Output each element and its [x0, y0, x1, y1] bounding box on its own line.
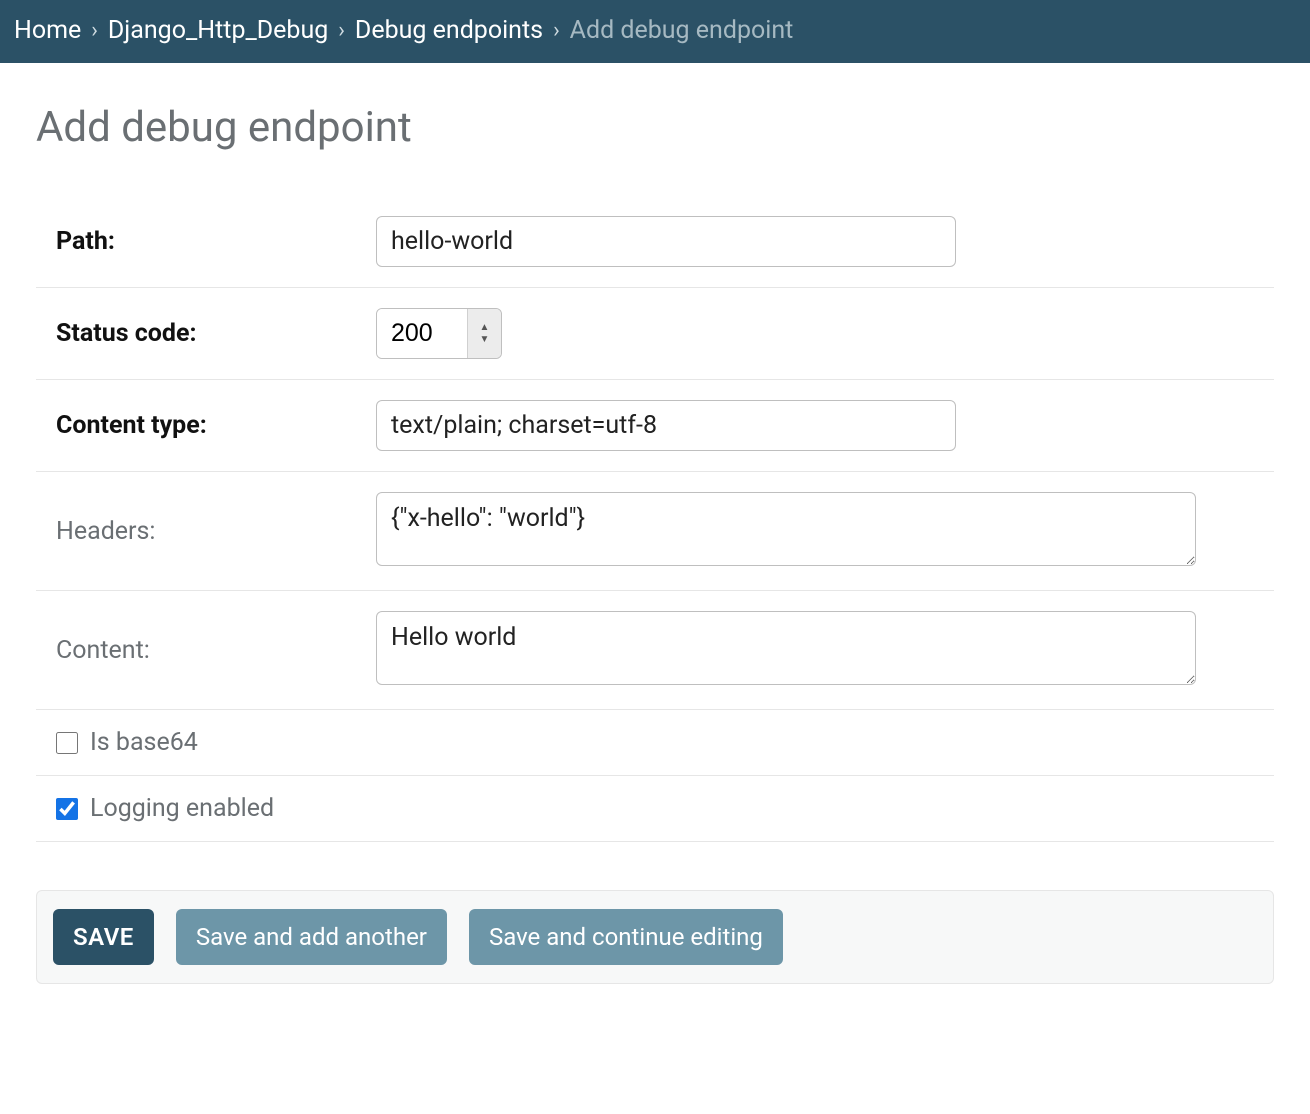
save-add-another-button[interactable]: Save and add another [176, 909, 447, 965]
page-title: Add debug endpoint [36, 103, 1274, 152]
label-headers: Headers: [36, 517, 356, 546]
row-path: Path: [36, 196, 1274, 288]
row-logging-enabled: Logging enabled [36, 776, 1274, 842]
content-type-input[interactable] [376, 400, 956, 451]
content-textarea[interactable] [376, 611, 1196, 685]
row-content: Content: [36, 591, 1274, 710]
breadcrumb-sep: › [91, 18, 98, 43]
status-code-stepper[interactable]: ▲ ▼ [376, 308, 502, 359]
breadcrumb-model[interactable]: Debug endpoints [355, 16, 543, 45]
content: Add debug endpoint Path: Status code: ▲ … [0, 63, 1310, 984]
save-continue-editing-button[interactable]: Save and continue editing [469, 909, 783, 965]
logging-enabled-checkbox[interactable] [56, 798, 78, 820]
row-is-base64: Is base64 [36, 710, 1274, 776]
breadcrumb: Home › Django_Http_Debug › Debug endpoin… [0, 0, 1310, 63]
breadcrumb-app[interactable]: Django_Http_Debug [108, 16, 328, 45]
breadcrumb-sep: › [553, 18, 560, 43]
chevron-up-icon[interactable]: ▲ [480, 323, 490, 333]
label-content: Content: [36, 636, 356, 665]
submit-bar: SAVE Save and add another Save and conti… [36, 890, 1274, 984]
label-content-type: Content type: [36, 411, 356, 440]
row-headers: Headers: [36, 472, 1274, 591]
breadcrumb-home[interactable]: Home [14, 16, 81, 45]
stepper-buttons[interactable]: ▲ ▼ [467, 309, 501, 358]
row-status-code: Status code: ▲ ▼ [36, 288, 1274, 380]
breadcrumb-current: Add debug endpoint [570, 16, 794, 45]
row-content-type: Content type: [36, 380, 1274, 472]
label-is-base64: Is base64 [90, 728, 198, 757]
save-button[interactable]: SAVE [53, 909, 154, 965]
label-path: Path: [36, 227, 356, 256]
headers-textarea[interactable] [376, 492, 1196, 566]
path-input[interactable] [376, 216, 956, 267]
label-logging-enabled: Logging enabled [90, 794, 274, 823]
status-code-input[interactable] [377, 309, 467, 358]
chevron-down-icon[interactable]: ▼ [480, 335, 490, 345]
is-base64-checkbox[interactable] [56, 732, 78, 754]
breadcrumb-sep: › [338, 18, 345, 43]
label-status-code: Status code: [36, 319, 356, 348]
